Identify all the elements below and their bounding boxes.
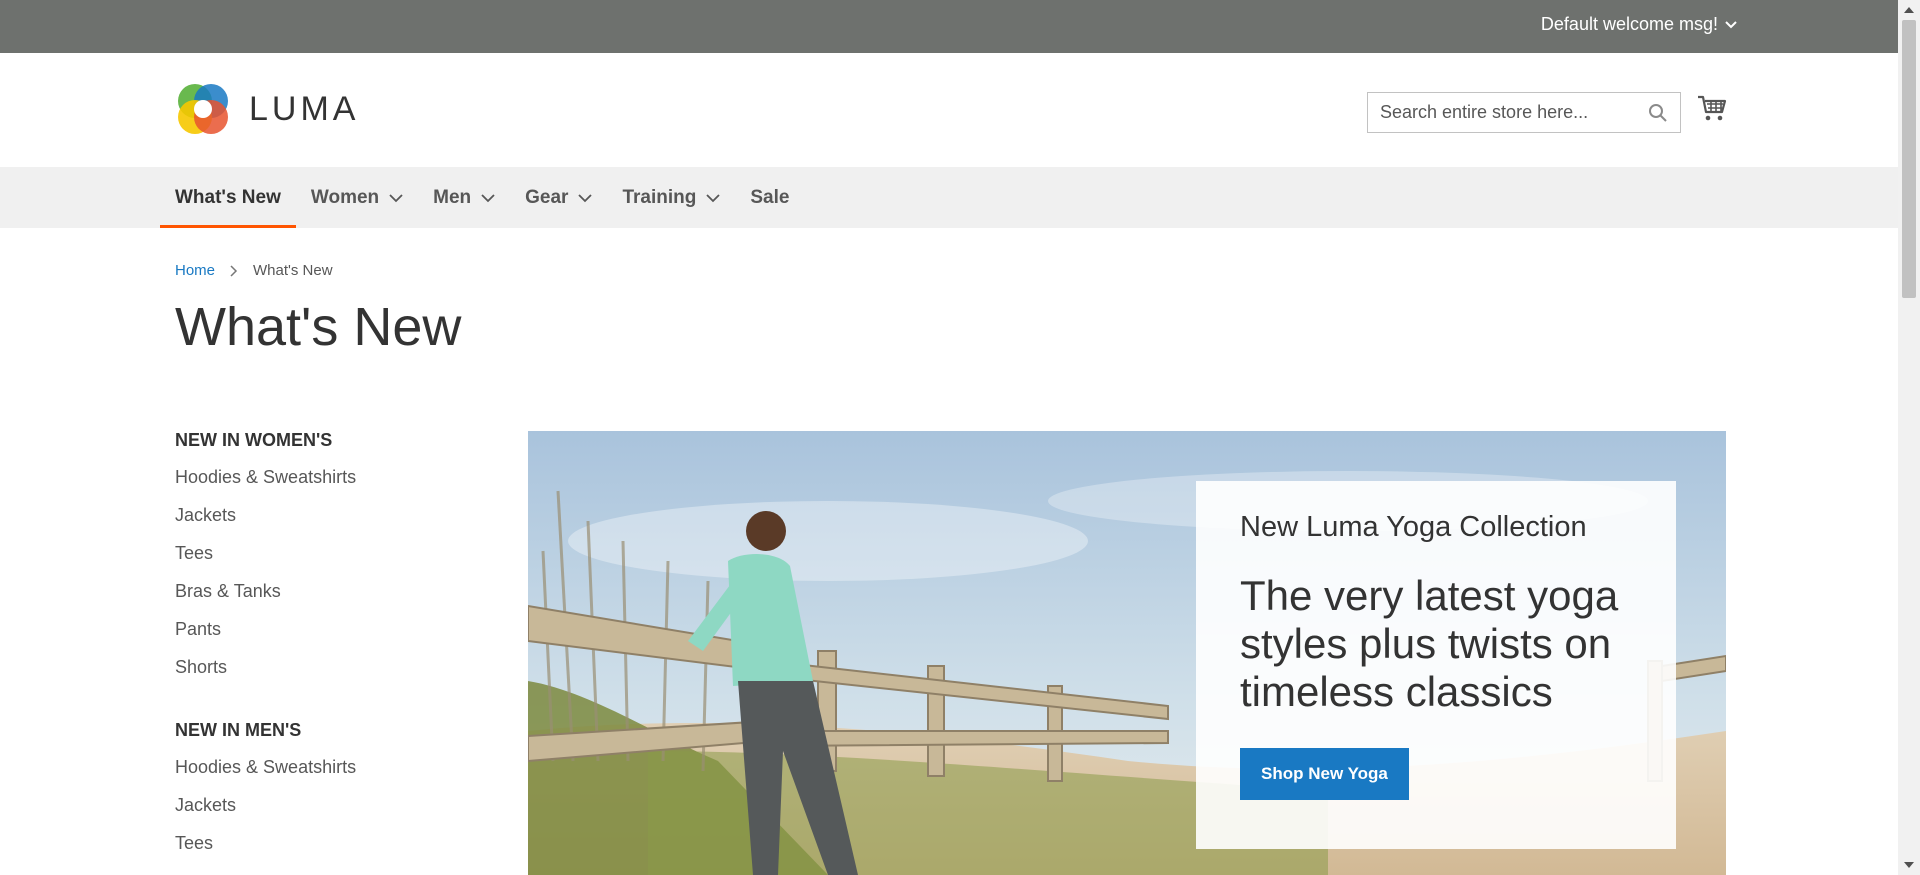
page-title: What's New [175, 297, 462, 357]
breadcrumb-home-link[interactable]: Home [175, 262, 215, 279]
breadcrumb: Home What's New [175, 262, 333, 279]
nav-item-label: Men [433, 186, 472, 208]
hero-promo-card: New Luma Yoga Collection The very latest… [1196, 481, 1676, 849]
nav-item-sale[interactable]: Sale [735, 167, 804, 228]
sidebar-link-women-jackets[interactable]: Jackets [175, 500, 495, 538]
nav-item-label: Gear [525, 186, 569, 208]
panel-header: Default welcome msg! [0, 0, 1898, 53]
welcome-switcher[interactable]: Default welcome msg! [1541, 14, 1738, 35]
hero-banner[interactable]: New Luma Yoga Collection The very latest… [528, 431, 1726, 875]
hero-kicker: New Luma Yoga Collection [1240, 511, 1587, 543]
sidebar-link-women-bras-tanks[interactable]: Bras & Tanks [175, 576, 495, 614]
chevron-down-icon [578, 193, 593, 202]
cart-icon[interactable] [1697, 93, 1727, 123]
luma-logo[interactable]: LUMA [175, 81, 359, 137]
sidebar-link-women-shorts[interactable]: Shorts [175, 652, 495, 690]
chevron-down-icon [1725, 20, 1737, 28]
breadcrumb-current: What's New [253, 262, 333, 279]
nav-item-women[interactable]: Women [296, 167, 418, 228]
nav-item-whats-new[interactable]: What's New [160, 167, 296, 228]
nav-item-label: Sale [750, 186, 790, 208]
nav-item-gear[interactable]: Gear [510, 167, 607, 228]
scroll-down-icon[interactable] [1903, 860, 1915, 870]
search-icon[interactable] [1648, 103, 1668, 123]
scroll-up-icon[interactable] [1903, 5, 1915, 15]
scrollbar-thumb[interactable] [1902, 20, 1916, 298]
nav-item-men[interactable]: Men [418, 167, 510, 228]
hero-headline: The very latest yoga styles plus twists … [1240, 572, 1619, 715]
main-navigation: What's New Women Men Gear Training Sale [0, 167, 1898, 228]
sidebar-link-men-tees[interactable]: Tees [175, 828, 495, 866]
sidebar-link-women-pants[interactable]: Pants [175, 614, 495, 652]
nav-item-label: What's New [175, 186, 281, 208]
chevron-down-icon [389, 193, 403, 202]
chevron-down-icon [706, 193, 720, 202]
page-scrollbar[interactable] [1898, 0, 1920, 875]
sidebar-link-women-hoodies[interactable]: Hoodies & Sweatshirts [175, 462, 495, 500]
logo-text: LUMA [249, 89, 360, 128]
sidebar-link-men-jackets[interactable]: Jackets [175, 790, 495, 828]
sidebar-link-men-hoodies[interactable]: Hoodies & Sweatshirts [175, 752, 495, 790]
shop-new-yoga-button[interactable]: Shop New Yoga [1240, 748, 1409, 800]
sidebar-link-women-tees[interactable]: Tees [175, 538, 495, 576]
chevron-right-icon [230, 264, 238, 277]
nav-item-training[interactable]: Training [607, 167, 735, 228]
nav-item-label: Training [622, 186, 697, 208]
sidebar-section-title: NEW IN MEN'S [175, 720, 302, 740]
search-box [1367, 92, 1681, 133]
luma-logo-icon [178, 84, 228, 134]
sidebar-section-men: NEW IN MEN'S Hoodies & Sweatshirts Jacke… [175, 720, 495, 866]
site-header: LUMA [0, 53, 1898, 167]
search-input[interactable] [1368, 93, 1638, 132]
sidebar-section-women: NEW IN WOMEN'S Hoodies & Sweatshirts Jac… [175, 430, 495, 690]
category-sidebar: NEW IN WOMEN'S Hoodies & Sweatshirts Jac… [175, 430, 495, 875]
nav-item-label: Women [310, 186, 380, 208]
sidebar-section-title: NEW IN WOMEN'S [175, 430, 333, 450]
welcome-message: Default welcome msg! [1540, 14, 1718, 34]
chevron-down-icon [481, 193, 495, 202]
